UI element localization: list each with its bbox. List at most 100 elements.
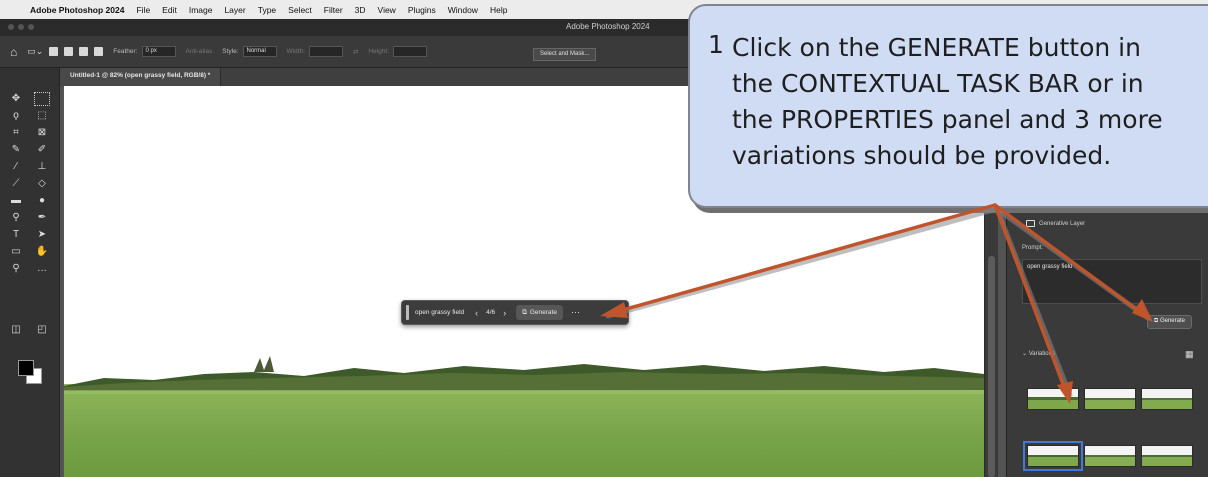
feather-label: Feather: (113, 48, 138, 55)
close-window-button[interactable] (8, 24, 14, 30)
more-tools-icon[interactable]: … (34, 262, 50, 276)
generate-icon: ⧉ (522, 308, 527, 316)
menu-help[interactable]: Help (484, 5, 513, 15)
variation-thumbnail[interactable] (1141, 445, 1193, 467)
menu-file[interactable]: File (130, 5, 156, 15)
new-selection-icon[interactable] (49, 47, 59, 56)
grassy-field-image (64, 356, 984, 477)
path-select-icon[interactable]: ➤ (34, 228, 50, 242)
frame-tool-icon[interactable]: ⊠ (34, 126, 50, 140)
foreground-color-swatch[interactable] (18, 360, 34, 376)
scrollbar-thumb[interactable] (988, 256, 995, 477)
swap-dimensions-icon[interactable]: ⇄ (353, 48, 358, 56)
window-controls (8, 24, 34, 30)
style-select[interactable]: Normal (242, 46, 277, 57)
photoshop-screen: Adobe Photoshop 2024 File Edit Image Lay… (0, 0, 1208, 477)
quick-mask-icon[interactable]: ◫ (8, 323, 24, 337)
menu-select[interactable]: Select (282, 5, 318, 15)
grid-view-icon[interactable]: ▦ (1185, 349, 1194, 360)
width-input[interactable] (308, 46, 343, 57)
zoom-tool-icon[interactable]: ⚲ (8, 262, 24, 276)
dodge-tool-icon[interactable]: ⚲ (8, 211, 24, 225)
menu-type[interactable]: Type (252, 5, 282, 15)
shape-tool-icon[interactable]: ▭ (8, 245, 24, 259)
variation-counter: 4/6 (486, 309, 496, 316)
height-input[interactable] (393, 46, 427, 57)
eraser-tool-icon[interactable]: ◇ (34, 177, 50, 191)
height-label: Height: (368, 48, 389, 55)
intersect-selection-icon[interactable] (94, 47, 104, 56)
properties-generate-button[interactable]: ⧉ Generate (1147, 315, 1192, 329)
menu-edit[interactable]: Edit (156, 5, 183, 15)
generative-layer-icon (1026, 220, 1036, 227)
prompt-label: Prompt: (1022, 245, 1044, 251)
feather-input[interactable]: 0 px (141, 46, 176, 57)
variation-thumbnail-image (1085, 389, 1135, 409)
menu-filter[interactable]: Filter (318, 5, 349, 15)
type-tool-icon[interactable]: T (8, 228, 24, 242)
window-title: Adobe Photoshop 2024 (566, 22, 650, 31)
ctx-prompt-text[interactable]: open grassy field (415, 309, 464, 316)
pen-tool-icon[interactable]: ✒ (34, 211, 50, 225)
callout-text: Click on the GENERATE button in the CONT… (732, 33, 1163, 170)
menu-view[interactable]: View (372, 5, 402, 15)
callout-step-number: 1 (708, 30, 724, 59)
ctx-generate-label: Generate (529, 309, 557, 316)
object-select-icon[interactable]: ⬚ (34, 109, 50, 123)
marquee-tool-icon[interactable] (34, 92, 50, 106)
tools-panel: ✥ ϙ ⬚ ⌗ ⊠ ✎ ✐ ⁄ ⊥ ⟋ ◇ ▬ ● ⚲ ✒ T ➤ ▭ ✋ ⚲ … (0, 68, 60, 477)
screen-mode-icon[interactable]: ◰ (34, 323, 50, 337)
menu-3d[interactable]: 3D (349, 5, 372, 15)
generative-layer-row: ⌄ Generative Layer (1017, 220, 1085, 227)
instruction-callout: 1 Click on the GENERATE button in the CO… (688, 4, 1208, 208)
variation-thumbnail[interactable] (1027, 388, 1079, 410)
width-label: Width: (286, 48, 305, 55)
prompt-textarea[interactable]: open grassy field (1022, 259, 1202, 304)
prev-variation-icon[interactable]: ‹ (475, 308, 478, 318)
variation-thumbnail-selected[interactable] (1023, 441, 1083, 471)
menu-image[interactable]: Image (183, 5, 219, 15)
variations-label: Variations (1028, 351, 1055, 357)
generative-layer-label: Generative Layer (1039, 220, 1086, 227)
chevron-down-icon[interactable]: ⌄ (1017, 220, 1022, 227)
brush-tool-icon[interactable]: ⁄ (8, 160, 24, 174)
variation-thumbnail-image (1085, 446, 1135, 466)
select-and-mask-button[interactable]: Select and Mask... (533, 48, 597, 61)
menu-layer[interactable]: Layer (218, 5, 251, 15)
blur-tool-icon[interactable]: ● (34, 194, 50, 208)
menu-app[interactable]: Adobe Photoshop 2024 (24, 5, 130, 15)
eyedropper-icon[interactable]: ✎ (8, 143, 24, 157)
marquee-preset-icon[interactable]: ▭⌄ (27, 46, 43, 57)
document-tab[interactable]: Untitled-1 @ 82% (open grassy field, RGB… (60, 68, 222, 86)
antialias-checkbox[interactable]: Anti-alias (186, 48, 213, 55)
variation-thumbnail[interactable] (1084, 388, 1136, 410)
style-label: Style: (222, 48, 239, 55)
variations-header[interactable]: ⌄ Variations (1022, 350, 1055, 357)
minimize-window-button[interactable] (18, 24, 24, 30)
menu-plugins[interactable]: Plugins (402, 5, 442, 15)
contextual-task-bar: open grassy field ‹ 4/6 › ⧉ Generate ⋯ (401, 300, 629, 325)
drag-handle-icon[interactable] (406, 305, 409, 320)
properties-panel: ⌄ Generative Layer Prompt: open grassy f… (1006, 190, 1208, 477)
history-brush-icon[interactable]: ⟋ (8, 177, 24, 191)
variation-thumbnail-image (1028, 446, 1078, 466)
variation-thumbnail[interactable] (1084, 445, 1136, 467)
move-tool-icon[interactable]: ✥ (8, 92, 24, 106)
lasso-tool-icon[interactable]: ϙ (8, 109, 24, 123)
next-variation-icon[interactable]: › (503, 308, 506, 318)
menu-window[interactable]: Window (442, 5, 484, 15)
variation-thumbnail[interactable] (1141, 388, 1193, 410)
more-options-icon[interactable]: ⋯ (571, 307, 580, 318)
stamp-tool-icon[interactable]: ⊥ (34, 160, 50, 174)
healing-brush-icon[interactable]: ✐ (34, 143, 50, 157)
variation-thumbnail-image (1142, 446, 1192, 466)
variation-thumbnail-image (1028, 389, 1078, 409)
gradient-tool-icon[interactable]: ▬ (8, 194, 24, 208)
hand-tool-icon[interactable]: ✋ (34, 245, 50, 259)
zoom-window-button[interactable] (28, 24, 34, 30)
crop-tool-icon[interactable]: ⌗ (8, 126, 24, 140)
add-selection-icon[interactable] (64, 47, 74, 56)
subtract-selection-icon[interactable] (79, 47, 89, 56)
home-icon[interactable]: ⌂ (10, 45, 17, 59)
ctx-generate-button[interactable]: ⧉ Generate (516, 305, 563, 320)
